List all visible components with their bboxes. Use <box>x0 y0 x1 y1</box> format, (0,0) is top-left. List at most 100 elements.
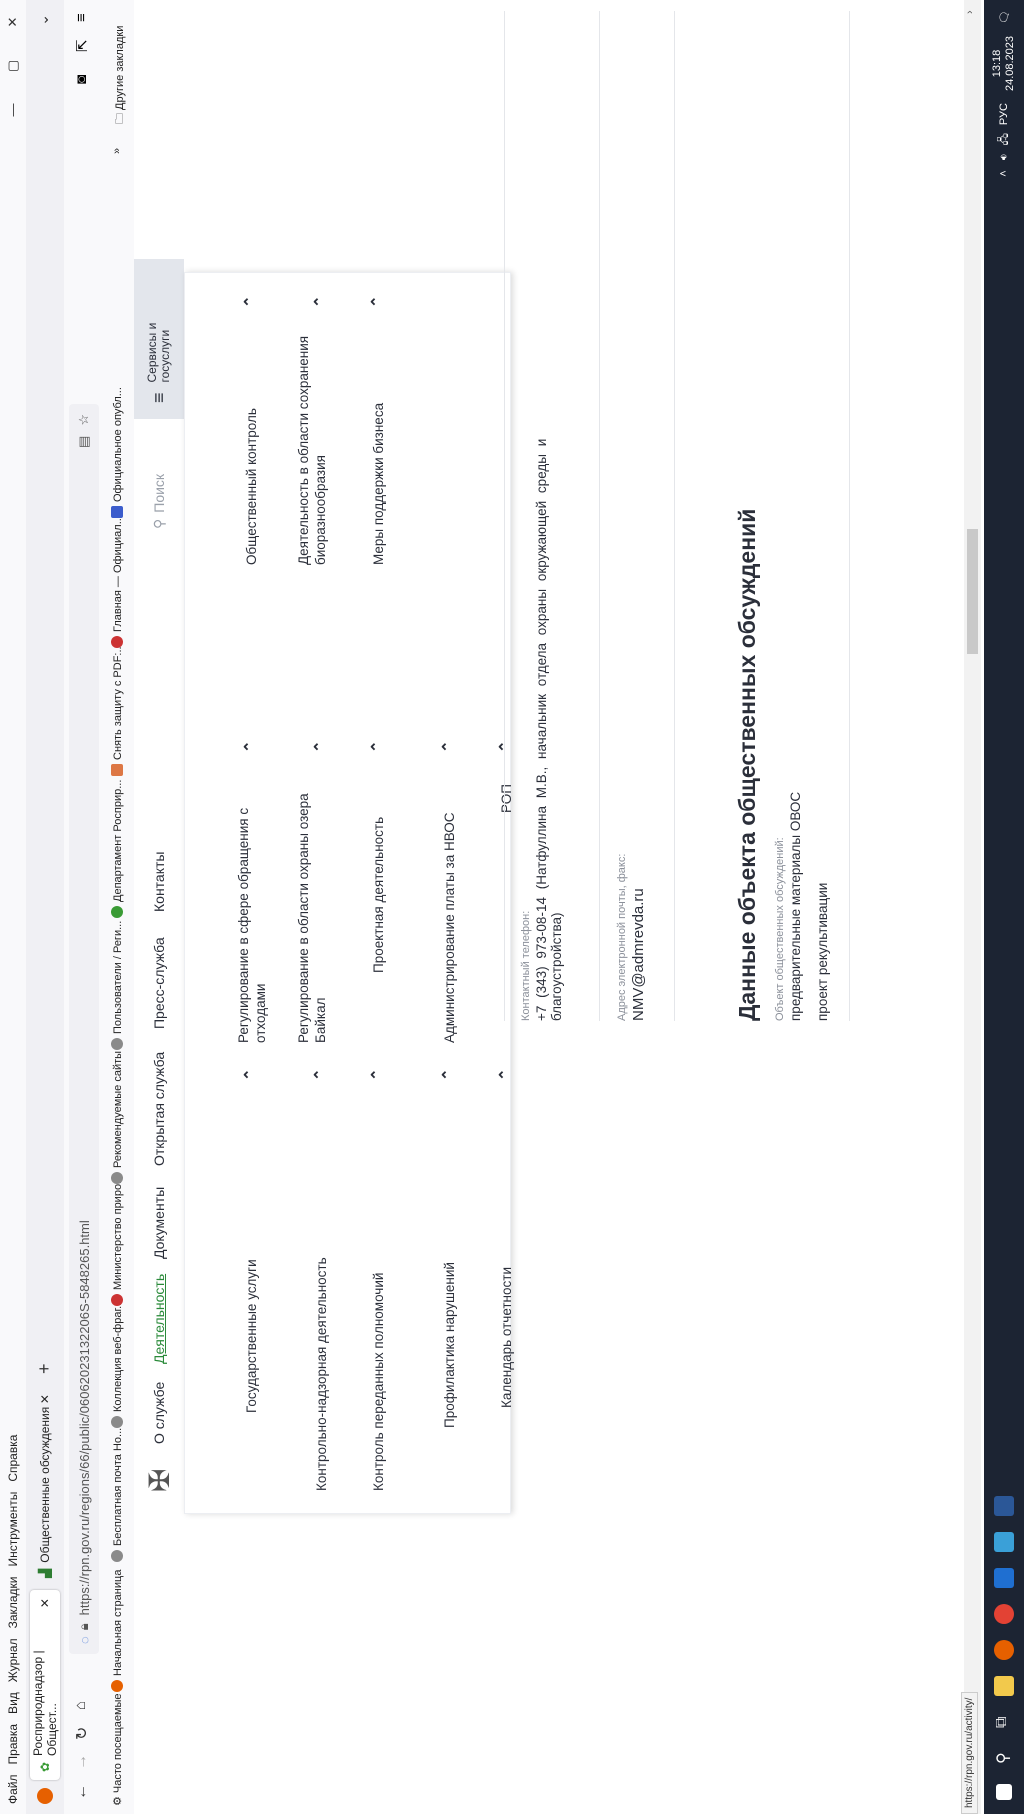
chevron-up-icon[interactable]: ⌃ <box>439 1068 457 1081</box>
nav-press-service[interactable]: Пресс-служба <box>151 937 167 1029</box>
list-tabs-icon[interactable]: ⌄ <box>35 14 52 26</box>
menu-public-control[interactable]: Общественный контроль <box>243 408 260 565</box>
menu-baikal-protection[interactable]: Регулирование в области охраны озера Байк… <box>295 793 329 1043</box>
home-icon[interactable]: ⌂ <box>72 1701 89 1710</box>
menu-file[interactable]: Файл <box>6 1774 20 1804</box>
chevron-up-icon[interactable]: ⌃ <box>241 740 259 753</box>
bookmark-main-official[interactable]: Главная — Официал... <box>111 515 124 648</box>
services-button[interactable]: ≡ Сервисы и госуслуги <box>134 259 184 419</box>
menu-rop[interactable]: РОП <box>498 784 515 813</box>
menu-help[interactable]: Справка <box>6 1435 20 1482</box>
tab-public-discussions[interactable]: ▟ Общественные обсуждения ✕ <box>30 1386 60 1586</box>
chevron-up-icon[interactable]: ⌃ <box>368 295 386 308</box>
bookmark-department[interactable]: Департамент Росприр... <box>111 780 124 918</box>
clock[interactable]: 13:18 24.08.2023 <box>991 36 1017 91</box>
menu-waste-regulation[interactable]: Регулирование в сфере обращения с отходам… <box>235 808 269 1043</box>
search-box[interactable]: ⚲ Поиск <box>142 419 176 529</box>
new-tab-icon[interactable]: + <box>34 1363 55 1374</box>
bookmark-other[interactable]: 🗀︎ Другие закладки <box>111 26 130 124</box>
bookmark-webslices[interactable]: Коллекция веб-фраг... <box>111 1300 124 1428</box>
chevron-up-icon[interactable]: ˄ <box>998 170 1010 176</box>
nav-documents[interactable]: Документы <box>151 1187 167 1259</box>
menu-nvos-payment[interactable]: Администрирование платы за НВОС <box>441 812 458 1043</box>
forward-icon[interactable]: → <box>73 1754 91 1770</box>
chevron-up-icon[interactable]: ⌃ <box>241 1068 259 1081</box>
chevron-up-icon[interactable]: ⌃ <box>311 740 329 753</box>
menu-control-supervision[interactable]: Контрольно-надзорная деятельность <box>313 1257 330 1491</box>
maximize-icon[interactable]: ▢ <box>0 44 26 88</box>
url-bar[interactable]: ◌ 🔒︎ https://rpn.gov.ru/regions/66/publi… <box>69 404 99 1654</box>
chrome-icon[interactable] <box>994 1604 1014 1624</box>
services-label-line2: госуслуги <box>158 329 172 383</box>
search-icon[interactable]: ⚲ <box>993 1752 1013 1764</box>
nav-activity[interactable]: Деятельность <box>151 1274 167 1364</box>
chevron-up-icon[interactable]: ⌃ <box>241 295 259 308</box>
bookmark-recommended[interactable]: Рекомендуемые сайты <box>111 1051 124 1184</box>
nav-contacts[interactable]: Контакты <box>151 852 167 912</box>
chevron-up-icon[interactable]: ⌃ <box>496 1068 514 1081</box>
bookmark-free-mail[interactable]: Бесплатная почта Ho... <box>111 1428 124 1562</box>
nav-about[interactable]: О службе <box>151 1382 167 1444</box>
chevron-up-icon[interactable]: ⌃ <box>439 740 457 753</box>
chevron-up-icon[interactable]: ⌃ <box>496 740 514 753</box>
status-link-preview: https://rpn.gov.ru/activity/ <box>961 1691 978 1814</box>
menu-business-support[interactable]: Меры поддержки бизнеса <box>370 403 387 565</box>
back-icon[interactable]: ← <box>73 1784 91 1800</box>
eagle-emblem-logo[interactable]: ✠ <box>143 1469 176 1492</box>
menu-biodiversity[interactable]: Деятельность в области сохранения биоразн… <box>295 336 329 565</box>
file-explorer-icon[interactable] <box>994 1676 1014 1696</box>
notifications-icon[interactable]: 🗨︎ <box>998 10 1011 24</box>
more-bookmarks-icon[interactable]: » <box>111 148 123 154</box>
menu-transferred-powers[interactable]: Контроль переданных полномочий <box>370 1273 387 1491</box>
close-tab-icon[interactable]: ✕ <box>38 1394 52 1404</box>
task-view-icon[interactable]: ⧉ <box>993 1717 1011 1728</box>
bookmark-users[interactable]: Пользователи / Реги... <box>111 921 124 1050</box>
language-indicator[interactable]: РУС <box>998 103 1010 125</box>
menu-state-services[interactable]: Государственные услуги <box>243 1259 260 1413</box>
volume-icon[interactable]: 🔉︎ <box>998 153 1011 160</box>
menu-violation-prevention[interactable]: Профилактика нарушений <box>441 1262 458 1428</box>
menu-view[interactable]: Вид <box>6 1692 20 1714</box>
app-menu-icon[interactable]: ≡ <box>73 13 90 22</box>
reload-icon[interactable]: ↻ <box>72 1727 92 1740</box>
close-window-icon[interactable]: ✕ <box>0 0 26 44</box>
scroll-right-icon[interactable]: › <box>964 10 976 14</box>
close-tab-icon[interactable]: ✕ <box>38 1598 52 1608</box>
nav-open-service[interactable]: Открытая служба <box>151 1052 167 1166</box>
chevron-up-icon[interactable]: ⌃ <box>368 740 386 753</box>
menu-edit[interactable]: Правка <box>6 1724 20 1765</box>
bookmark-start-page[interactable]: Начальная страница <box>111 1570 124 1692</box>
email-value[interactable]: NMV@admrevda.ru <box>630 854 647 1021</box>
chevron-up-icon[interactable]: ⌃ <box>368 1068 386 1081</box>
bookmark-star-icon[interactable]: ☆ <box>76 414 92 426</box>
phone-value: +7 (343) 973-08-14 (Натфуллина М.В., нач… <box>534 438 564 1021</box>
scrollbar-thumb[interactable] <box>967 529 978 654</box>
firefox-taskbar-icon[interactable] <box>994 1640 1014 1660</box>
outlook-icon[interactable] <box>994 1568 1014 1588</box>
bookmark-ministry[interactable]: Министерство приро... <box>111 1175 124 1306</box>
bookmark-most-visited[interactable]: ⚙ Часто посещаемые <box>111 1693 124 1806</box>
minimize-icon[interactable]: — <box>0 88 26 132</box>
horizontal-scrollbar[interactable]: › <box>964 0 981 1814</box>
share-icon[interactable]: ⇱ <box>73 39 91 52</box>
network-icon[interactable]: 🖧 <box>995 133 1014 145</box>
menu-history[interactable]: Журнал <box>6 1638 20 1682</box>
folder-icon: 🗀︎ <box>114 113 126 124</box>
menu-project-activity[interactable]: Проектная деятельность <box>370 817 387 973</box>
chevron-up-icon[interactable]: ⌃ <box>311 1068 329 1081</box>
menu-tools[interactable]: Инструменты <box>6 1492 20 1567</box>
chevron-up-icon[interactable]: ⌃ <box>311 295 329 308</box>
menu-reporting-calendar[interactable]: Календарь отчетности <box>498 1267 515 1408</box>
phone-label: Контактный телефон: <box>520 910 532 1021</box>
photos-icon[interactable] <box>994 1532 1014 1552</box>
windows-start-icon[interactable] <box>996 1784 1012 1800</box>
bookmark-official-publication[interactable]: Официальное опубл... <box>111 387 124 518</box>
pocket-icon[interactable]: ◙ <box>73 75 90 84</box>
reader-view-icon[interactable]: ▤ <box>76 436 92 448</box>
object-value-1: предварительные материалы ОВОС <box>788 791 803 1021</box>
word-icon[interactable] <box>994 1496 1014 1516</box>
menu-bookmarks[interactable]: Закладки <box>6 1576 20 1628</box>
firefox-icon[interactable] <box>37 1788 53 1804</box>
tab-rosprirodnadzor[interactable]: ✿ Росприроднадзор | Общест... ✕ <box>30 1590 60 1780</box>
bookmark-pdf[interactable]: Снять защиту с PDF:... <box>111 643 124 776</box>
